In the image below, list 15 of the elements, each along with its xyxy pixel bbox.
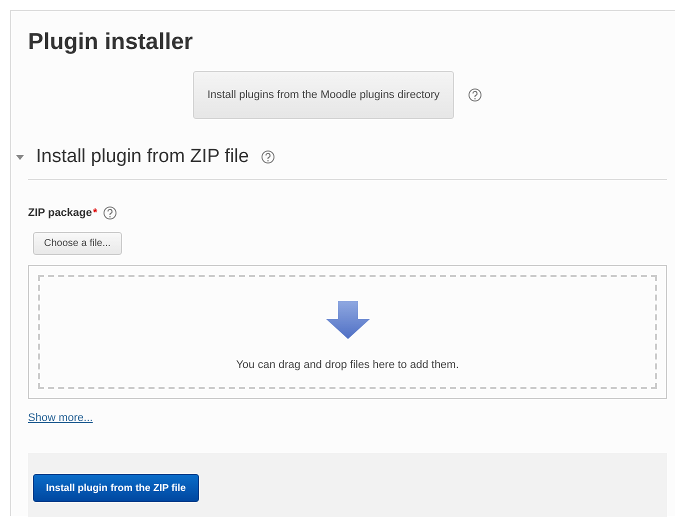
directory-button[interactable]: Install plugins from the Moodle plugins directory xyxy=(193,71,454,119)
choose-file-button[interactable]: Choose a file... xyxy=(33,232,122,255)
install-button[interactable]: Install plugin from the ZIP file xyxy=(33,474,199,502)
show-more-link[interactable]: Show more... xyxy=(28,412,93,424)
required-mark: * xyxy=(93,207,98,219)
field-label: ZIP package xyxy=(28,207,92,219)
down-arrow-icon xyxy=(324,301,372,341)
page-title: Plugin installer xyxy=(28,27,194,55)
help-icon[interactable] xyxy=(103,206,118,220)
section-title: Install plugin from ZIP file xyxy=(36,146,249,168)
dropzone[interactable]: You can drag and drop files here to add them. xyxy=(28,265,667,399)
help-icon[interactable] xyxy=(260,150,275,164)
dropzone-hint: You can drag and drop files here to add them. xyxy=(236,359,459,371)
help-icon[interactable] xyxy=(468,88,482,102)
collapse-caret-icon[interactable] xyxy=(16,153,24,161)
